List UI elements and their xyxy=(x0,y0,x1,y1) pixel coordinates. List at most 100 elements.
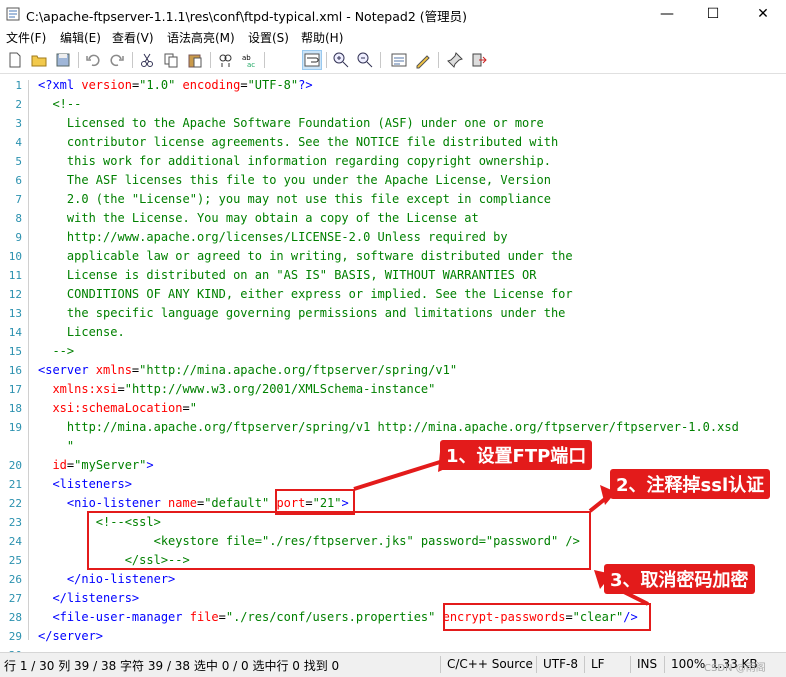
menu-settings[interactable]: 设置(S) xyxy=(248,29,289,46)
callout-set-port: 1、设置FTP端口 xyxy=(440,440,593,470)
code-line: </server> xyxy=(38,627,103,646)
pin-icon[interactable] xyxy=(446,51,464,69)
code-line: CONDITIONS OF ANY KIND, either express o… xyxy=(38,285,573,304)
close-button[interactable]: ✕ xyxy=(740,0,786,28)
replace-icon[interactable]: abac xyxy=(240,51,258,69)
status-zoom: 100% xyxy=(671,657,706,671)
line-number: 26 xyxy=(8,573,22,586)
exit-icon[interactable] xyxy=(470,51,488,69)
line-number: 27 xyxy=(8,592,22,605)
line-number-gutter: 1 2 3 4 5 6 7 8 9 10 11 12 13 14 15 16 17 18 19 20 21 22 23 24 2… xyxy=(0,74,28,662)
code-token: " xyxy=(38,439,75,453)
status-eol[interactable]: LF xyxy=(591,657,605,671)
code-token: CONDITIONS OF ANY KIND, either express o… xyxy=(38,287,573,301)
code-token: <listeners> xyxy=(38,477,132,491)
line-number: 28 xyxy=(8,611,22,624)
line-number: 3 xyxy=(15,117,22,130)
svg-text:ac: ac xyxy=(247,61,255,69)
code-token: the specific language governing permissi… xyxy=(38,306,566,320)
code-token: id xyxy=(38,458,67,472)
menu-syntax[interactable]: 语法高亮(M) xyxy=(167,29,235,46)
undo-icon[interactable] xyxy=(84,51,102,69)
code-token: xmlns:xsi xyxy=(38,382,118,396)
maximize-button[interactable]: ☐ xyxy=(690,0,736,28)
zoom-in-icon[interactable] xyxy=(332,51,350,69)
line-number: 1 xyxy=(15,79,22,92)
code-line: id="myServer"> xyxy=(38,456,154,475)
code-token: = xyxy=(182,401,190,415)
code-line: --> xyxy=(38,342,74,361)
line-number: 18 xyxy=(8,402,22,415)
status-position: 行 1 / 30 列 39 / 38 字符 39 / 38 选中 0 / 0 选… xyxy=(4,659,340,673)
code-token: this work for additional information reg… xyxy=(38,154,551,168)
code-token: </server> xyxy=(38,629,104,643)
menu-file[interactable]: 文件(F) xyxy=(6,29,46,46)
code-line: </nio-listener> xyxy=(38,570,175,589)
code-token: <file-user-manager xyxy=(38,610,190,624)
code-token: xsi:schemaLocation xyxy=(38,401,183,415)
line-number: 16 xyxy=(8,364,22,377)
open-icon[interactable] xyxy=(30,51,48,69)
ssl-highlight-box xyxy=(87,511,591,570)
line-number: 15 xyxy=(8,345,22,358)
code-token: License is distributed on an "AS IS" BAS… xyxy=(38,268,537,282)
save-icon[interactable] xyxy=(54,51,72,69)
line-number: 21 xyxy=(8,478,22,491)
redo-icon[interactable] xyxy=(108,51,126,69)
line-number: 12 xyxy=(8,288,22,301)
code-line: License is distributed on an "AS IS" BAS… xyxy=(38,266,537,285)
code-token: = xyxy=(240,78,248,92)
code-line: <listeners> xyxy=(38,475,132,494)
code-line: <!-- xyxy=(38,95,81,114)
code-line: xmlns:xsi="http://www.w3.org/2001/XMLSch… xyxy=(38,380,435,399)
menu-view[interactable]: 查看(V) xyxy=(112,29,154,46)
code-token: with the License. You may obtain a copy … xyxy=(38,211,479,225)
cut-icon[interactable] xyxy=(138,51,156,69)
code-token: The ASF licenses this file to you under … xyxy=(38,173,551,187)
line-number: 17 xyxy=(8,383,22,396)
menu-help[interactable]: 帮助(H) xyxy=(301,29,343,46)
title-bar: C:\apache-ftpserver-1.1.1\res\conf\ftpd-… xyxy=(0,0,786,28)
new-icon[interactable] xyxy=(6,51,24,69)
copy-icon[interactable] xyxy=(162,51,180,69)
code-token: License. xyxy=(38,325,125,339)
code-token: http://www.apache.org/licenses/LICENSE-2… xyxy=(38,230,508,244)
watermark: CSDN @雨阁 xyxy=(704,663,766,674)
encrypt-highlight-box xyxy=(443,603,651,631)
minimize-button[interactable]: — xyxy=(644,0,690,28)
code-token: Licensed to the Apache Software Foundati… xyxy=(38,116,544,130)
line-number: 23 xyxy=(8,516,22,529)
status-encoding[interactable]: UTF-8 xyxy=(543,657,578,671)
code-line: <server xmlns="http://mina.apache.org/ft… xyxy=(38,361,457,380)
code-token: http://mina.apache.org/ftpserver/spring/… xyxy=(38,420,739,434)
code-line: 2.0 (the "License"); you may not use thi… xyxy=(38,190,551,209)
menu-edit[interactable]: 编辑(E) xyxy=(60,29,101,46)
code-token: = xyxy=(218,610,226,624)
status-bar: 行 1 / 30 列 39 / 38 字符 39 / 38 选中 0 / 0 选… xyxy=(0,652,786,677)
line-number: 14 xyxy=(8,326,22,339)
code-token: <!-- xyxy=(38,97,82,111)
status-scheme[interactable]: C/C++ Source xyxy=(447,657,533,671)
zoom-out-icon[interactable] xyxy=(356,51,374,69)
line-number: 22 xyxy=(8,497,22,510)
code-token: > xyxy=(146,458,154,472)
line-number: 13 xyxy=(8,307,22,320)
code-line: " xyxy=(38,437,74,456)
code-line: <?xml version="1.0" encoding="UTF-8"?> xyxy=(38,76,313,95)
code-line: with the License. You may obtain a copy … xyxy=(38,209,479,228)
code-line: applicable law or agreed to in writing, … xyxy=(38,247,573,266)
line-number: 19 xyxy=(8,421,22,434)
status-ins[interactable]: INS xyxy=(637,657,657,671)
scheme-icon[interactable] xyxy=(390,51,408,69)
line-number: 7 xyxy=(15,193,22,206)
wordwrap-icon[interactable] xyxy=(302,50,322,70)
line-number: 25 xyxy=(8,554,22,567)
code-token: applicable law or agreed to in writing, … xyxy=(38,249,573,263)
code-token: xmlns xyxy=(95,363,132,377)
customize-icon[interactable] xyxy=(414,51,432,69)
paste-icon[interactable] xyxy=(186,51,204,69)
find-icon[interactable] xyxy=(216,51,234,69)
code-token: file xyxy=(189,610,219,624)
code-token: --> xyxy=(38,344,75,358)
code-line: this work for additional information reg… xyxy=(38,152,551,171)
